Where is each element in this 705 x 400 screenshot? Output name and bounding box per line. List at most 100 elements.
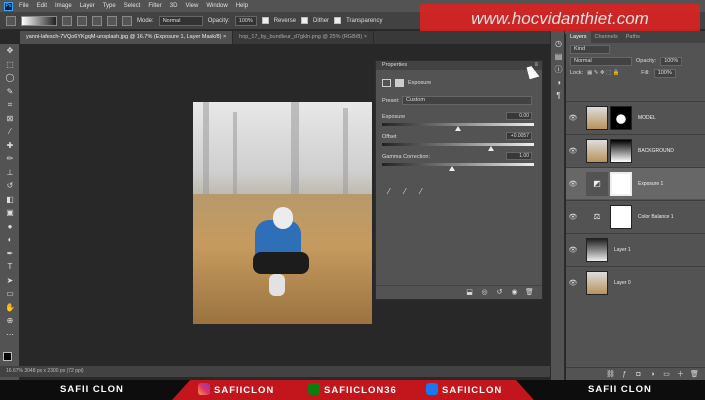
new-layer-icon[interactable]: ＋ bbox=[676, 370, 685, 379]
gamma-slider-thumb[interactable] bbox=[448, 166, 455, 171]
marquee-tool-icon[interactable]: ⬚ bbox=[0, 58, 20, 72]
diamond-gradient-icon[interactable] bbox=[122, 15, 132, 26]
new-adjustment-icon[interactable]: ◑ bbox=[648, 370, 657, 379]
gamma-slider[interactable] bbox=[382, 163, 534, 171]
angle-gradient-icon[interactable] bbox=[92, 15, 102, 26]
layer-1[interactable]: 👁 Layer 1 bbox=[566, 233, 705, 265]
eyedropper-black-icon[interactable]: ⁄ bbox=[384, 187, 394, 197]
eye-icon[interactable]: 👁 bbox=[566, 147, 580, 155]
add-mask-icon[interactable]: ◘ bbox=[634, 370, 643, 379]
tab-active-document[interactable]: yanni-lafesch-7VQo6YKgqM-unsplash.jpg @ … bbox=[20, 31, 234, 44]
delete-icon[interactable]: 🗑 bbox=[525, 288, 534, 297]
menu-edit[interactable]: Edit bbox=[37, 3, 47, 9]
gradient-picker[interactable] bbox=[21, 15, 57, 26]
opacity-field[interactable]: 100% bbox=[234, 15, 257, 26]
menu-view[interactable]: View bbox=[185, 3, 198, 9]
lasso-tool-icon[interactable]: ◯ bbox=[0, 71, 20, 85]
transparency-checkbox[interactable] bbox=[334, 17, 342, 24]
link-layers-icon[interactable]: ⛓ bbox=[606, 370, 615, 379]
new-group-icon[interactable]: ▭ bbox=[662, 370, 671, 379]
canvas-photo[interactable] bbox=[193, 102, 372, 324]
mask-icon[interactable] bbox=[395, 79, 404, 87]
reflected-gradient-icon[interactable] bbox=[107, 15, 117, 26]
reverse-checkbox[interactable] bbox=[261, 17, 269, 24]
properties-panel-icon[interactable]: ▤ bbox=[551, 50, 566, 63]
tab-layers[interactable]: Layers bbox=[566, 31, 591, 43]
dither-checkbox[interactable] bbox=[301, 17, 309, 24]
offset-slider[interactable] bbox=[382, 143, 534, 151]
eye-icon[interactable]: 👁 bbox=[566, 213, 580, 221]
menu-window[interactable]: Window bbox=[206, 3, 227, 9]
eye-icon[interactable]: 👁 bbox=[566, 279, 580, 287]
paragraph-panel-icon[interactable]: ¶ bbox=[551, 89, 566, 102]
zoom-tool-icon[interactable]: ⊕ bbox=[0, 314, 20, 328]
gradient-tool-icon[interactable]: ▣ bbox=[0, 206, 20, 220]
radial-gradient-icon[interactable] bbox=[77, 15, 87, 26]
blend-mode-select[interactable]: Normal bbox=[570, 56, 632, 66]
linear-gradient-icon[interactable] bbox=[62, 15, 72, 26]
reset-icon[interactable]: ↺ bbox=[495, 288, 504, 297]
menu-file[interactable]: File bbox=[19, 3, 29, 9]
delete-layer-icon[interactable]: 🗑 bbox=[690, 370, 699, 379]
fill-field[interactable]: 100% bbox=[653, 68, 676, 78]
more-tools-icon[interactable]: ⋯ bbox=[0, 328, 20, 342]
dodge-tool-icon[interactable]: ◐ bbox=[0, 233, 20, 247]
clone-stamp-tool-icon[interactable]: ⊥ bbox=[0, 166, 20, 180]
eye-icon[interactable]: 👁 bbox=[566, 246, 580, 254]
move-tool-icon[interactable]: ✥ bbox=[0, 44, 20, 58]
menu-type[interactable]: Type bbox=[103, 3, 116, 9]
path-select-tool-icon[interactable]: ➤ bbox=[0, 274, 20, 288]
menu-image[interactable]: Image bbox=[55, 3, 72, 9]
menu-3d[interactable]: 3D bbox=[170, 3, 178, 9]
tab-channels[interactable]: Channels bbox=[591, 31, 622, 43]
blur-tool-icon[interactable]: ● bbox=[0, 220, 20, 234]
kind-filter-select[interactable]: Kind bbox=[570, 44, 610, 54]
visibility-icon[interactable]: ◉ bbox=[510, 288, 519, 297]
type-tool-icon[interactable]: T bbox=[0, 260, 20, 274]
healing-brush-tool-icon[interactable]: ✚ bbox=[0, 139, 20, 153]
exposure-slider-thumb[interactable] bbox=[455, 126, 461, 131]
layer-color-balance-1[interactable]: 👁 ⚖ Color Balance 1 bbox=[566, 200, 705, 232]
layer-mask-thumbnail[interactable] bbox=[610, 105, 632, 130]
layer-mask-thumbnail[interactable] bbox=[610, 138, 632, 163]
layer-opacity-field[interactable]: 100% bbox=[660, 56, 683, 66]
menu-select[interactable]: Select bbox=[124, 3, 141, 9]
gamma-field[interactable]: 1.00 bbox=[506, 152, 532, 160]
preset-select[interactable]: Custom bbox=[402, 96, 532, 105]
eyedropper-white-icon[interactable]: ⁄ bbox=[416, 187, 426, 197]
offset-slider-thumb[interactable] bbox=[488, 146, 495, 151]
info-panel-icon[interactable]: ⓘ bbox=[551, 63, 566, 76]
eye-icon[interactable]: 👁 bbox=[566, 114, 580, 122]
exposure-slider[interactable] bbox=[382, 123, 534, 131]
frame-tool-icon[interactable]: ⊠ bbox=[0, 112, 20, 126]
layer-mask-thumbnail[interactable] bbox=[610, 204, 632, 229]
eye-icon[interactable]: 👁 bbox=[566, 180, 580, 188]
tab-second-document[interactable]: hop_17_by_bundleur_d7gkln.png @ 25% (RGB… bbox=[233, 31, 374, 44]
offset-field[interactable]: +0.0057 bbox=[506, 132, 532, 140]
menu-filter[interactable]: Filter bbox=[148, 3, 161, 9]
foreground-color-swatch[interactable] bbox=[3, 352, 12, 361]
quick-select-tool-icon[interactable]: ✎ bbox=[0, 85, 20, 99]
shape-tool-icon[interactable]: ▭ bbox=[0, 287, 20, 301]
lock-icons[interactable]: ▦ ✎ ✥ ⬚ 🔒 bbox=[587, 70, 637, 76]
menu-layer[interactable]: Layer bbox=[80, 3, 95, 9]
adjustments-panel-icon[interactable]: ◑ bbox=[551, 76, 566, 89]
mode-select[interactable]: Normal bbox=[158, 15, 203, 26]
pen-tool-icon[interactable]: ✒ bbox=[0, 247, 20, 261]
clip-to-layer-icon[interactable]: ⬓ bbox=[465, 288, 474, 297]
eyedropper-gray-icon[interactable]: ⁄ bbox=[400, 187, 410, 197]
menu-help[interactable]: Help bbox=[236, 3, 248, 9]
history-panel-icon[interactable]: ◷ bbox=[551, 37, 566, 50]
view-previous-icon[interactable]: ◎ bbox=[480, 288, 489, 297]
tool-preset-picker[interactable] bbox=[6, 15, 16, 26]
layer-0[interactable]: 👁 Layer 0 bbox=[566, 266, 705, 298]
hand-tool-icon[interactable]: ✋ bbox=[0, 301, 20, 315]
tab-paths[interactable]: Paths bbox=[622, 31, 644, 43]
layer-style-icon[interactable]: ƒ bbox=[620, 370, 629, 379]
brush-tool-icon[interactable]: ✏ bbox=[0, 152, 20, 166]
eyedropper-tool-icon[interactable]: ⁄ bbox=[0, 125, 20, 139]
exposure-field[interactable]: 0.00 bbox=[506, 112, 532, 120]
eraser-tool-icon[interactable]: ◧ bbox=[0, 193, 20, 207]
layer-background[interactable]: 👁 BACKGROUND bbox=[566, 134, 705, 166]
history-brush-tool-icon[interactable]: ↺ bbox=[0, 179, 20, 193]
